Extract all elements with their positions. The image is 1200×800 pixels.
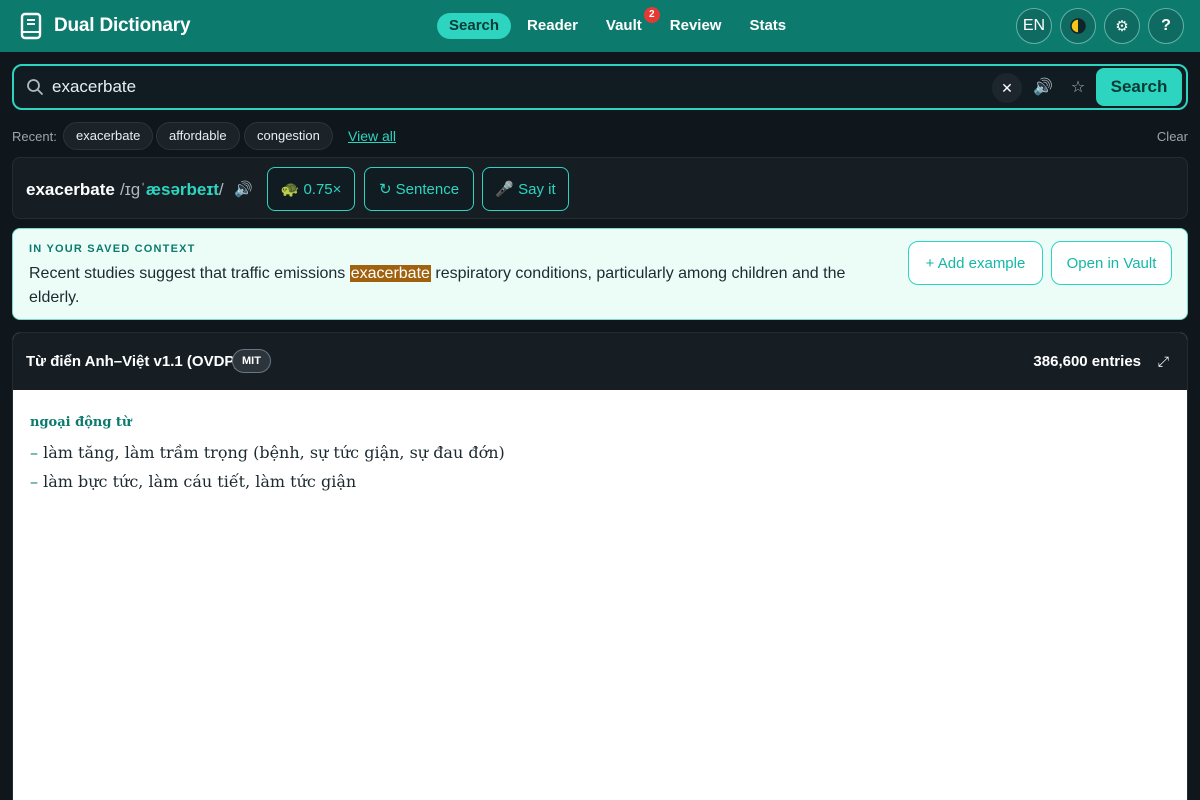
half-moon-icon (1070, 18, 1086, 34)
entry-count: 386,600 entries (1033, 353, 1141, 370)
top-bar: Dual Dictionary Search Reader Vault 2 Re… (0, 0, 1200, 52)
recent-chip[interactable]: congestion (244, 122, 333, 150)
context-sentence: Recent studies suggest that traffic emis… (29, 262, 889, 310)
sense-dash: – (30, 472, 38, 491)
sentence-label: ↻ Sentence (378, 181, 460, 198)
vault-count-badge: 2 (643, 7, 660, 23)
recent-label: Recent: (12, 129, 57, 144)
ipa-prefix: /ɪɡˈ (120, 180, 146, 199)
ipa-suffix: / (218, 180, 224, 199)
help-label: ? (1161, 17, 1171, 34)
search-button[interactable]: Search (1096, 68, 1182, 106)
theme-toggle-button[interactable] (1060, 8, 1096, 44)
context-before: Recent studies suggest that traffic emis… (29, 265, 350, 282)
sense-text: làm bực tức, làm cáu tiết, làm tức giận (43, 472, 357, 491)
part-of-speech: ngoại động từ (30, 415, 132, 430)
app-title: Dual Dictionary (54, 15, 191, 36)
clear-recent-link[interactable]: Clear (1157, 129, 1188, 144)
context-highlight: exacerbate (349, 265, 431, 282)
close-icon: ✕ (1001, 79, 1013, 96)
dictionary-panel: Từ điển Anh–Việt v1.1 (OVDP) MIT 386,600… (12, 332, 1188, 800)
tab-vault[interactable]: Vault 2 (594, 7, 660, 39)
headword: exacerbate (26, 180, 115, 199)
main-nav: Search Reader Vault 2 Review Stats (437, 7, 802, 39)
search-bar: ✕ 🔊 ☆ Search (12, 64, 1188, 110)
clear-search-button[interactable]: ✕ (992, 73, 1022, 103)
tab-stats-label: Stats (749, 17, 787, 34)
tab-reader[interactable]: Reader (515, 13, 590, 39)
saved-context-panel: IN YOUR SAVED CONTEXT Recent studies sug… (12, 228, 1188, 320)
dictionary-body: ngoại động từ – làm tăng, làm trầm trọng… (30, 415, 505, 496)
speaker-icon[interactable]: 🔊 (234, 180, 253, 198)
pronounce-button[interactable]: 🔊 (1032, 76, 1054, 98)
expand-icon[interactable]: ⤢ (1158, 353, 1169, 370)
view-all-link[interactable]: View all (348, 128, 396, 144)
add-example-button[interactable]: + Add example (908, 241, 1043, 285)
tab-search[interactable]: Search (437, 13, 512, 39)
tab-reader-label: Reader (527, 17, 578, 34)
favorite-button[interactable]: ☆ (1067, 76, 1089, 98)
sentence-button[interactable]: ↻ Sentence (364, 167, 474, 211)
say-it-label: 🎤 Say it (495, 181, 556, 198)
open-vault-label: Open in Vault (1066, 254, 1157, 272)
dictionary-title: Từ điển Anh–Việt v1.1 (OVDP) (26, 353, 240, 370)
open-in-vault-button[interactable]: Open in Vault (1051, 241, 1172, 285)
speaker-icon: 🔊 (1033, 79, 1053, 96)
gear-icon: ⚙ (1115, 18, 1129, 35)
book-icon (20, 12, 42, 40)
settings-button[interactable]: ⚙ (1104, 8, 1140, 44)
tab-search-label: Search (449, 17, 500, 34)
license-badge: MIT (232, 349, 271, 373)
add-example-label: + Add example (925, 254, 1026, 272)
sense-dash: – (30, 443, 38, 462)
sense-item: – làm bực tức, làm cáu tiết, làm tức giậ… (30, 467, 505, 496)
recent-chip[interactable]: affordable (156, 122, 240, 150)
ipa-stress: æsərbeɪt (145, 180, 219, 199)
language-button[interactable]: EN (1016, 8, 1052, 44)
star-icon: ☆ (1070, 79, 1086, 96)
pronunciation: /ɪɡˈæsərbeɪt/ (120, 180, 224, 200)
word-card: exacerbate /ɪɡˈæsərbeɪt/ 🔊 🐢 0.75× ↻ Sen… (12, 157, 1188, 219)
context-label: IN YOUR SAVED CONTEXT (29, 243, 196, 255)
say-it-button[interactable]: 🎤 Say it (482, 167, 569, 211)
language-label: EN (1022, 17, 1046, 34)
tab-review-label: Review (669, 17, 722, 34)
speed-label: 🐢 0.75× (280, 181, 342, 198)
recent-searches: Recent: exacerbate affordable congestion… (12, 122, 1188, 150)
recent-chip[interactable]: exacerbate (63, 122, 154, 150)
slow-playback-button[interactable]: 🐢 0.75× (267, 167, 355, 211)
search-icon (27, 79, 43, 95)
help-button[interactable]: ? (1148, 8, 1184, 44)
tab-vault-label: Vault (605, 17, 642, 34)
sense-text: làm tăng, làm trầm trọng (bệnh, sự tức g… (43, 443, 505, 462)
dictionary-header: Từ điển Anh–Việt v1.1 (OVDP) MIT 386,600… (13, 333, 1187, 390)
top-actions: EN ⚙ ? (1016, 8, 1184, 44)
tab-review[interactable]: Review (658, 13, 734, 39)
sense-item: – làm tăng, làm trầm trọng (bệnh, sự tức… (30, 438, 505, 467)
search-input[interactable] (52, 72, 952, 102)
brand[interactable]: Dual Dictionary (20, 12, 191, 40)
tab-stats[interactable]: Stats (737, 13, 798, 39)
